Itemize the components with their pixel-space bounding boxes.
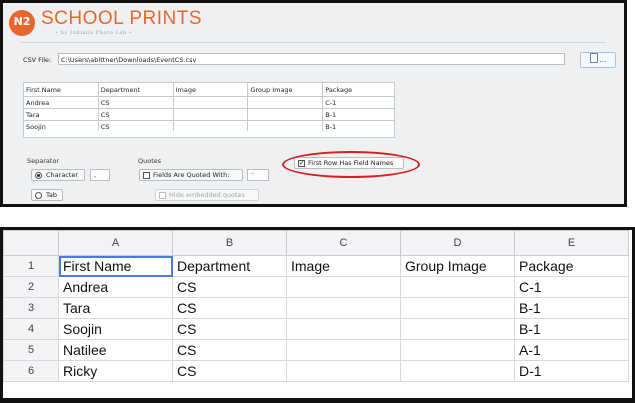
- logo-title: SCHOOL PRINTS: [41, 8, 202, 29]
- preview-row: Andrea CS C-1: [23, 96, 395, 109]
- browse-file-button[interactable]: ...: [580, 52, 616, 68]
- fields-quoted-label: Fields Are Quoted With:: [153, 171, 230, 179]
- csv-file-label: CSV File:: [23, 56, 52, 64]
- column-header-d[interactable]: D: [400, 230, 515, 256]
- sheet-cell[interactable]: D-1: [514, 360, 629, 382]
- sheet-cell[interactable]: Natilee: [58, 339, 173, 361]
- preview-column-header: Group Image: [247, 82, 324, 97]
- csv-file-path-input[interactable]: C:\Users\abittner\Downloads\EventCS.csv: [58, 53, 565, 65]
- row-header[interactable]: 5: [3, 339, 59, 361]
- preview-cell: CS: [97, 108, 174, 121]
- sheet-cell[interactable]: Image: [286, 255, 401, 277]
- preview-cell: [172, 108, 249, 121]
- preview-cell: [172, 96, 249, 109]
- sheet-cell[interactable]: C-1: [514, 276, 629, 298]
- sheet-cell[interactable]: [400, 360, 515, 382]
- preview-cell: C-1: [322, 96, 395, 109]
- browse-button-label: ...: [599, 56, 607, 64]
- sheet-row: 2 Andrea CS C-1: [3, 276, 629, 298]
- sheet-cell[interactable]: Andrea: [58, 276, 173, 298]
- sheet-row: 4 Soojin CS B-1: [3, 318, 629, 340]
- preview-cell: CS: [97, 96, 174, 109]
- row-header[interactable]: 2: [3, 276, 59, 298]
- sheet-cell[interactable]: Tara: [58, 297, 173, 319]
- csv-preview-table: First Name Department Image Group Image …: [23, 82, 395, 133]
- sheet-cell[interactable]: [286, 318, 401, 340]
- preview-cell: Andrea: [23, 96, 99, 109]
- sheet-row: 3 Tara CS B-1: [3, 297, 629, 319]
- hide-embedded-quotes-label: Hide embedded quotes: [169, 191, 245, 199]
- preview-column-header: Package: [322, 82, 395, 97]
- sheet-row: 6 Ricky CS D-1: [3, 360, 629, 382]
- row-header[interactable]: 6: [3, 360, 59, 382]
- select-all-corner[interactable]: [3, 230, 59, 256]
- sheet-cell[interactable]: B-1: [514, 297, 629, 319]
- sheet-cell[interactable]: Package: [514, 255, 629, 277]
- spreadsheet-panel: A B C D E 1 First Name Department Image …: [0, 227, 635, 403]
- column-header-a[interactable]: A: [58, 230, 173, 256]
- sheet-cell[interactable]: Department: [172, 255, 287, 277]
- checkbox-unchecked-icon: [159, 192, 166, 199]
- sheet-cell[interactable]: [286, 360, 401, 382]
- preview-header-row: First Name Department Image Group Image …: [23, 82, 395, 97]
- quote-character-input[interactable]: ": [247, 169, 269, 181]
- preview-empty-area: [23, 131, 395, 138]
- sheet-cell[interactable]: B-1: [514, 318, 629, 340]
- sheet-row: 5 Natilee CS A-1: [3, 339, 629, 361]
- sheet-cell[interactable]: [286, 297, 401, 319]
- separator-character-radio[interactable]: Character: [31, 169, 85, 181]
- sheet-cell[interactable]: Group Image: [400, 255, 515, 277]
- spreadsheet-grid: A B C D E 1 First Name Department Image …: [3, 230, 629, 382]
- preview-row: Tara CS B-1: [23, 108, 395, 121]
- sheet-cell[interactable]: CS: [172, 276, 287, 298]
- sheet-cell[interactable]: CS: [172, 339, 287, 361]
- separator-label: Separator: [27, 157, 60, 165]
- sheet-cell[interactable]: A-1: [514, 339, 629, 361]
- logo-badge-icon: N2: [9, 10, 35, 36]
- fields-quoted-checkbox[interactable]: Fields Are Quoted With:: [139, 169, 243, 181]
- sheet-cell[interactable]: [400, 297, 515, 319]
- column-header-row: A B C D E: [3, 230, 629, 256]
- sheet-cell[interactable]: [286, 276, 401, 298]
- preview-column-header: Department: [97, 82, 174, 97]
- logo-badge-text: N2: [13, 15, 31, 28]
- red-highlight-circle: [282, 151, 420, 178]
- hide-embedded-quotes-checkbox[interactable]: Hide embedded quotes: [155, 189, 259, 201]
- logo-subtitle: • by Indiana Photo Lab •: [55, 30, 133, 36]
- row-header[interactable]: 1: [3, 255, 59, 277]
- sheet-cell[interactable]: [400, 276, 515, 298]
- sheet-cell[interactable]: CS: [172, 318, 287, 340]
- radio-selected-icon: [35, 172, 42, 179]
- preview-cell: Tara: [23, 108, 99, 121]
- sheet-cell[interactable]: Ricky: [58, 360, 173, 382]
- sheet-cell[interactable]: [400, 339, 515, 361]
- preview-cell: B-1: [322, 108, 395, 121]
- quotes-label: Quotes: [138, 157, 162, 165]
- separator-tab-radio[interactable]: Tab: [31, 189, 63, 201]
- checkbox-unchecked-icon: [143, 172, 150, 179]
- sheet-cell[interactable]: Soojin: [58, 318, 173, 340]
- sheet-cell[interactable]: CS: [172, 297, 287, 319]
- column-header-b[interactable]: B: [172, 230, 287, 256]
- radio-unselected-icon: [35, 192, 42, 199]
- character-radio-label: Character: [46, 171, 79, 179]
- csv-import-panel: N2 SCHOOL PRINTS • by Indiana Photo Lab …: [0, 0, 627, 207]
- preview-column-header: First Name: [23, 82, 99, 97]
- tab-radio-label: Tab: [46, 191, 58, 199]
- row-header[interactable]: 4: [3, 318, 59, 340]
- file-icon: [589, 53, 598, 63]
- row-header[interactable]: 3: [3, 297, 59, 319]
- separator-character-input[interactable]: ,: [90, 169, 110, 181]
- sheet-cell[interactable]: CS: [172, 360, 287, 382]
- column-header-c[interactable]: C: [286, 230, 401, 256]
- sheet-cell[interactable]: [286, 339, 401, 361]
- sheet-cell[interactable]: First Name: [58, 255, 173, 277]
- header-divider: [21, 42, 606, 43]
- sheet-cell[interactable]: [400, 318, 515, 340]
- preview-cell: [247, 96, 324, 109]
- preview-cell: [247, 108, 324, 121]
- preview-column-header: Image: [172, 82, 249, 97]
- sheet-row: 1 First Name Department Image Group Imag…: [3, 255, 629, 277]
- column-header-e[interactable]: E: [514, 230, 629, 256]
